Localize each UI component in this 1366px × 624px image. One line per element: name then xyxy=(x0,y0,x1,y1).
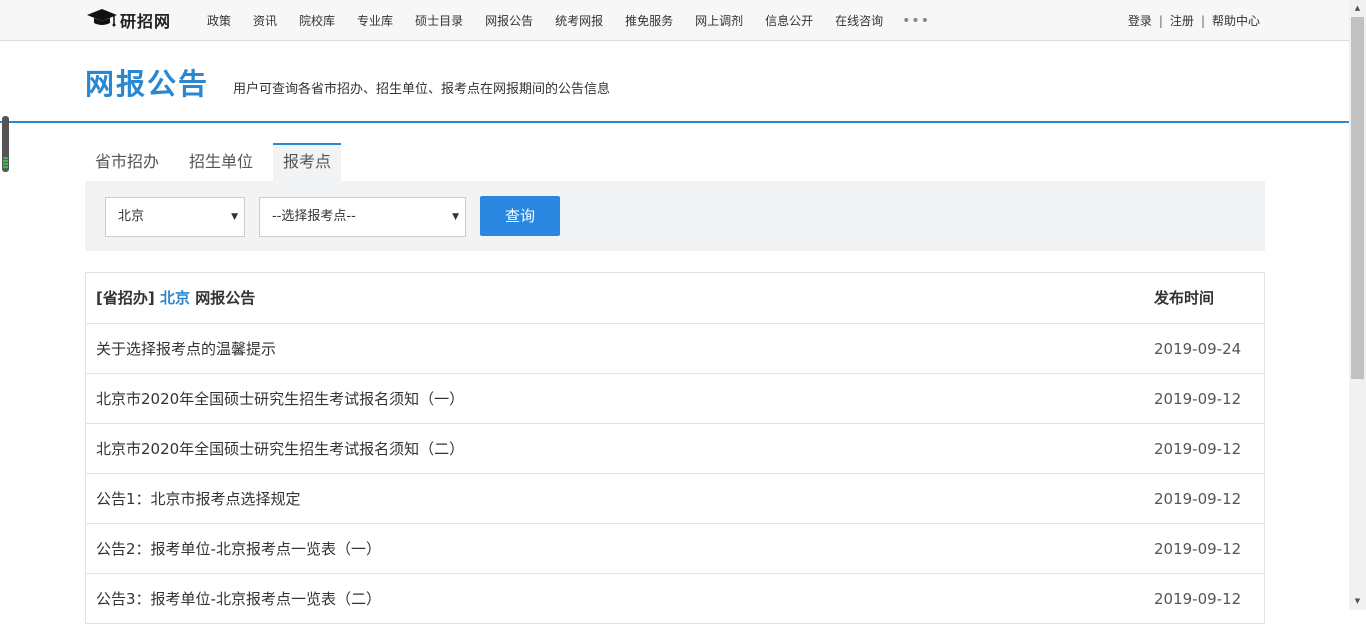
tab-admission-unit[interactable]: 招生单位 xyxy=(179,143,263,181)
page-title: 网报公告 xyxy=(85,67,210,101)
table-row: 北京市2020年全国硕士研究生招生考试报名须知（一） 2019-09-12 xyxy=(86,373,1264,423)
nav-item-news[interactable]: 资讯 xyxy=(242,12,288,29)
nav-item-catalog[interactable]: 硕士目录 xyxy=(404,12,474,29)
login-link[interactable]: 登录 xyxy=(1128,12,1152,29)
category-tabs: 省市招办 招生单位 报考点 xyxy=(85,143,351,181)
announcement-link[interactable]: 公告1：北京市报考点选择规定 xyxy=(96,474,301,524)
heading-prefix: [省招办] xyxy=(96,289,155,307)
site-name: 研招网 xyxy=(120,12,172,31)
nav-item-policy[interactable]: 政策 xyxy=(196,12,242,29)
province-select[interactable]: 北京 ▼ xyxy=(105,197,245,237)
publish-date: 2019-09-12 xyxy=(1154,440,1242,458)
announcement-link[interactable]: 关于选择报考点的温馨提示 xyxy=(96,324,276,374)
nav-item-adjustment[interactable]: 网上调剂 xyxy=(684,12,754,29)
chevron-down-icon: ▼ xyxy=(452,212,459,222)
register-link[interactable]: 注册 xyxy=(1170,12,1194,29)
scroll-down-arrow-icon[interactable]: ▼ xyxy=(1349,593,1366,610)
top-navigation-bar: 研招网 政策 资讯 院校库 专业库 硕士目录 网报公告 统考网报 推免服务 网上… xyxy=(0,0,1349,41)
heading-suffix: 网报公告 xyxy=(195,289,256,307)
announcement-table: [省招办] 北京 网报公告 发布时间 关于选择报考点的温馨提示 2019-09-… xyxy=(85,272,1265,624)
side-drag-handle[interactable] xyxy=(2,116,9,172)
nav-item-disclosure[interactable]: 信息公开 xyxy=(754,12,824,29)
announcement-link[interactable]: 公告3：报考单位-北京报考点一览表（二） xyxy=(96,574,381,624)
table-row: 北京市2020年全国硕士研究生招生考试报名须知（二） 2019-09-12 xyxy=(86,423,1264,473)
scrollbar-thumb[interactable] xyxy=(1351,17,1364,379)
more-menu-icon[interactable]: ••• xyxy=(894,13,938,29)
page-header: 网报公告 用户可查询各省市招办、招生单位、报考点在网报期间的公告信息 xyxy=(0,41,1349,123)
site-logo[interactable]: 研招网 xyxy=(86,9,171,31)
nav-item-consult[interactable]: 在线咨询 xyxy=(824,12,894,29)
publish-date: 2019-09-12 xyxy=(1154,390,1242,408)
chevron-down-icon: ▼ xyxy=(231,212,238,222)
table-heading: [省招办] 北京 网报公告 xyxy=(96,273,255,323)
filter-panel: 北京 ▼ --选择报考点-- ▼ 查询 xyxy=(85,181,1265,251)
page-description: 用户可查询各省市招办、招生单位、报考点在网报期间的公告信息 xyxy=(233,82,611,97)
main-nav: 政策 资讯 院校库 专业库 硕士目录 网报公告 统考网报 推免服务 网上调剂 信… xyxy=(196,0,938,41)
table-row: 公告1：北京市报考点选择规定 2019-09-12 xyxy=(86,473,1264,523)
scroll-up-arrow-icon[interactable]: ▲ xyxy=(1349,0,1366,17)
page-scrollbar[interactable]: ▲ ▼ xyxy=(1349,0,1366,610)
table-row: 关于选择报考点的温馨提示 2019-09-24 xyxy=(86,323,1264,373)
publish-date: 2019-09-12 xyxy=(1154,490,1242,508)
nav-item-schools[interactable]: 院校库 xyxy=(288,12,346,29)
help-link[interactable]: 帮助中心 xyxy=(1212,12,1260,29)
table-row: 公告2：报考单位-北京报考点一览表（一） 2019-09-12 xyxy=(86,523,1264,573)
publish-date: 2019-09-12 xyxy=(1154,540,1242,558)
publish-date: 2019-09-24 xyxy=(1154,340,1242,358)
announcement-link[interactable]: 北京市2020年全国硕士研究生招生考试报名须知（一） xyxy=(96,374,464,424)
province-select-value: 北京 xyxy=(118,209,145,224)
exam-point-select-value: --选择报考点-- xyxy=(272,209,356,224)
nav-item-exemption[interactable]: 推免服务 xyxy=(614,12,684,29)
graduation-cap-icon xyxy=(86,8,118,32)
announcement-link[interactable]: 公告2：报考单位-北京报考点一览表（一） xyxy=(96,524,381,574)
publish-date: 2019-09-12 xyxy=(1154,590,1242,608)
tab-provincial-office[interactable]: 省市招办 xyxy=(85,143,169,181)
announcement-link[interactable]: 北京市2020年全国硕士研究生招生考试报名须知（二） xyxy=(96,424,464,474)
nav-item-registration[interactable]: 统考网报 xyxy=(544,12,614,29)
date-column-header: 发布时间 xyxy=(1154,289,1215,307)
tab-exam-point[interactable]: 报考点 xyxy=(273,143,342,181)
table-header-row: [省招办] 北京 网报公告 发布时间 xyxy=(86,273,1264,323)
separator: | xyxy=(1200,13,1205,28)
table-row: 公告3：报考单位-北京报考点一览表（二） 2019-09-12 xyxy=(86,573,1264,623)
nav-item-majors[interactable]: 专业库 xyxy=(346,12,404,29)
heading-province: 北京 xyxy=(159,289,190,307)
exam-point-select[interactable]: --选择报考点-- ▼ xyxy=(259,197,466,237)
query-button[interactable]: 查询 xyxy=(480,196,560,236)
user-links: 登录 | 注册 | 帮助中心 xyxy=(1128,0,1260,41)
nav-item-announcements[interactable]: 网报公告 xyxy=(474,12,544,29)
separator: | xyxy=(1158,13,1163,28)
